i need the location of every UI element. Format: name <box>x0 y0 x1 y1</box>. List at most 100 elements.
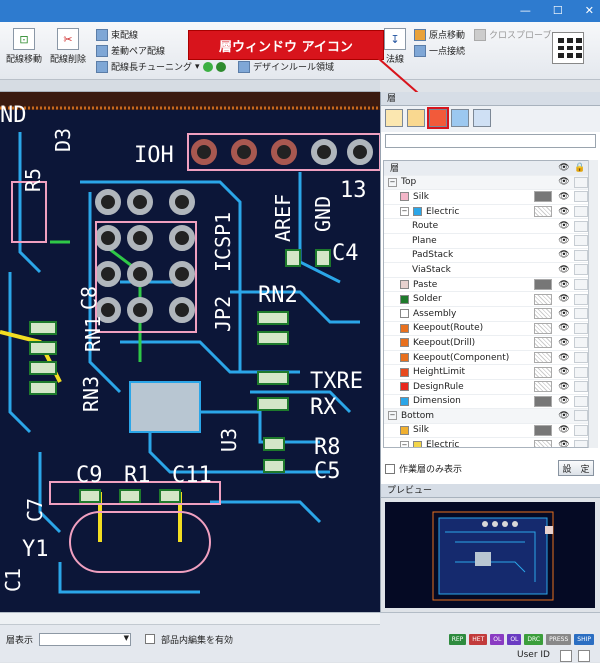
layer-color-swatch[interactable] <box>400 294 409 304</box>
visibility-eye-icon[interactable]: 👁 <box>556 411 572 421</box>
lock-toggle[interactable] <box>574 249 588 261</box>
layer-row[interactable]: − Top 👁 <box>384 175 588 191</box>
expand-toggle[interactable]: − <box>388 177 397 187</box>
visibility-eye-icon[interactable]: 👁 <box>556 207 572 217</box>
status-badge[interactable]: HET <box>469 633 488 645</box>
lock-toggle[interactable] <box>574 176 588 188</box>
expand-toggle[interactable]: − <box>400 207 409 217</box>
layer-row[interactable]: Solder 👁 <box>384 292 588 307</box>
layer-row[interactable]: Silk 👁 <box>384 424 588 439</box>
layer-row[interactable]: DesignRule 👁 <box>384 380 588 395</box>
visibility-eye-icon[interactable]: 👁 <box>556 367 572 377</box>
lock-toggle[interactable] <box>574 395 588 407</box>
layer-row[interactable]: Paste 👁 <box>384 278 588 293</box>
route-delete-button[interactable]: ✂ 配線削除 <box>50 28 86 65</box>
layer-row[interactable]: Keepout(Route) 👁 <box>384 322 588 337</box>
visibility-eye-icon[interactable]: 👁 <box>556 382 572 392</box>
layer-row[interactable]: Plane 👁 <box>384 234 588 249</box>
settings-button[interactable]: 設 定 <box>558 460 594 476</box>
layer-color-swatch[interactable] <box>400 425 409 435</box>
layer-row[interactable]: Keepout(Drill) 👁 <box>384 336 588 351</box>
layer-color-swatch[interactable] <box>400 382 409 392</box>
layer-row[interactable]: Dimension 👁 <box>384 395 588 410</box>
layer-color-swatch[interactable] <box>400 338 409 348</box>
green-gear-icon[interactable] <box>215 61 226 72</box>
green-circle-icon[interactable] <box>202 61 213 72</box>
layer-color-swatch[interactable] <box>400 367 409 377</box>
origin-move-button[interactable]: 原点移動 <box>414 28 465 41</box>
visibility-eye-icon[interactable]: 👁 <box>556 323 572 333</box>
layer-display-select[interactable]: ▼ <box>39 632 132 646</box>
layer-color-swatch[interactable] <box>400 353 409 363</box>
expand-toggle[interactable]: − <box>400 440 409 447</box>
layer-pattern[interactable] <box>534 381 552 393</box>
working-layer-only-option[interactable]: 作業層のみ表示 <box>385 462 462 475</box>
layer-color-swatch[interactable] <box>400 192 409 202</box>
grid-menu-icon[interactable] <box>552 32 584 64</box>
status-badge[interactable]: PRESS <box>546 633 572 645</box>
status-badge[interactable]: REP <box>448 633 467 645</box>
visibility-eye-icon[interactable]: 👁 <box>556 221 572 231</box>
visibility-eye-icon[interactable]: 👁 <box>556 425 572 435</box>
layer-row[interactable]: Route 👁 <box>384 219 588 234</box>
layer-filter-select[interactable] <box>385 134 596 148</box>
layer-color-swatch[interactable] <box>400 309 409 319</box>
layer-pattern[interactable] <box>534 337 552 349</box>
layer-pattern[interactable] <box>534 279 552 291</box>
minimize-icon[interactable]: — <box>520 4 531 17</box>
bundle-route-button[interactable]: 束配線 <box>96 28 138 41</box>
visibility-eye-icon[interactable]: 👁 <box>556 280 572 290</box>
part-edit-checkbox[interactable] <box>145 634 156 644</box>
net-icon[interactable] <box>451 109 469 127</box>
chevron-down-icon[interactable]: ▾ <box>195 62 200 72</box>
layer-scrollbar[interactable] <box>588 160 598 448</box>
route-move-button[interactable]: ⊡ 配線移動 <box>6 28 42 65</box>
layer-pattern[interactable] <box>534 366 552 378</box>
layer-row[interactable]: PadStack 👁 <box>384 249 588 264</box>
lock-toggle[interactable] <box>574 337 588 349</box>
status-badge[interactable]: SHIP <box>574 633 594 645</box>
layer-list-icon[interactable] <box>407 109 425 127</box>
length-tuning-button[interactable]: 配線長チューニング ▾ <box>96 60 226 73</box>
visibility-eye-icon[interactable]: 👁 <box>556 309 572 319</box>
visibility-eye-icon[interactable]: 👁 <box>556 338 572 348</box>
working-layer-only-checkbox[interactable] <box>385 463 395 474</box>
lock-toggle[interactable] <box>574 410 588 422</box>
lock-toggle[interactable] <box>574 235 588 247</box>
maximize-icon[interactable]: ☐ <box>553 4 563 17</box>
visibility-eye-icon[interactable]: 👁 <box>556 192 572 202</box>
layer-pattern[interactable] <box>534 352 552 364</box>
status-badge[interactable]: OL <box>490 633 505 645</box>
visibility-eye-icon[interactable]: 👁 <box>556 250 572 260</box>
lock-toggle[interactable] <box>574 191 588 203</box>
layer-row[interactable]: Silk 👁 <box>384 190 588 205</box>
layer-pattern[interactable] <box>534 322 552 334</box>
preview-image[interactable] <box>385 502 595 608</box>
layer-pattern[interactable] <box>534 308 552 320</box>
lock-toggle[interactable] <box>574 439 588 447</box>
visibility-eye-icon[interactable]: 👁 <box>556 396 572 406</box>
status-badge[interactable]: DRC <box>524 633 544 645</box>
cross-probe-button[interactable]: クロスプローブ <box>474 28 551 41</box>
layer-color-swatch[interactable] <box>400 396 409 406</box>
layer-row[interactable]: ViaStack 👁 <box>384 263 588 278</box>
layer-color-swatch[interactable] <box>413 440 422 447</box>
lock-toggle[interactable] <box>574 264 588 276</box>
expand-toggle[interactable]: − <box>388 411 397 421</box>
lock-toggle[interactable] <box>574 381 588 393</box>
status-badge[interactable]: OL <box>507 633 522 645</box>
layer-row[interactable]: − Bottom 👁 <box>384 409 588 424</box>
layer-row[interactable]: − Electric 👁 <box>384 438 588 447</box>
lock-toggle[interactable] <box>574 279 588 291</box>
layer-color-swatch[interactable] <box>400 323 409 333</box>
pcb-canvas[interactable]: IOH ND 13 C4 RN2 TXRE RX R8 C5 C9 R1 C11… <box>0 92 380 612</box>
lock-toggle[interactable] <box>574 206 588 218</box>
layer-pattern[interactable] <box>534 191 552 203</box>
layer-color-swatch[interactable] <box>413 207 422 217</box>
visibility-eye-icon[interactable]: 👁 <box>556 236 572 246</box>
layer-pattern[interactable] <box>534 293 552 305</box>
layer-pattern[interactable] <box>534 206 552 218</box>
lock-toggle[interactable] <box>574 424 588 436</box>
layer-pattern[interactable] <box>534 424 552 436</box>
lock-toggle[interactable] <box>574 366 588 378</box>
